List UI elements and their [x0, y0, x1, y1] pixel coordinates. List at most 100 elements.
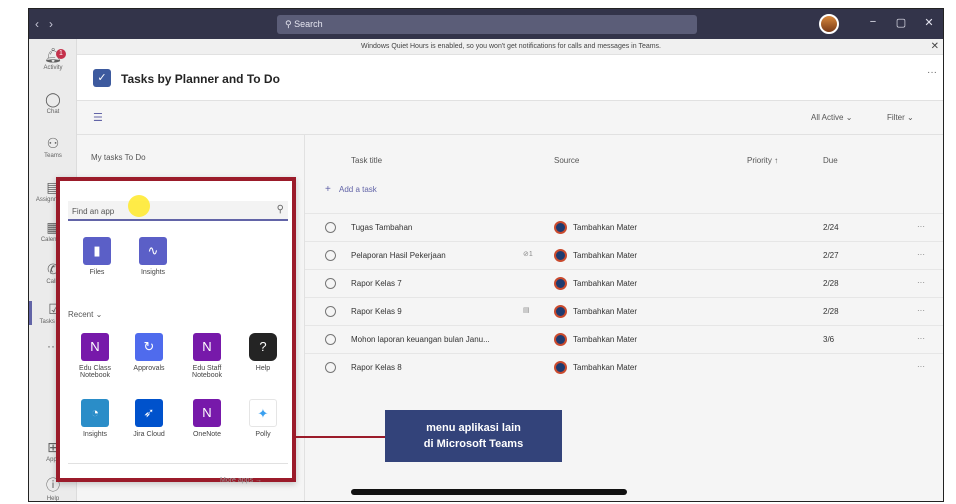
popup-divider — [68, 463, 288, 464]
app-tile-label: Jira Cloud — [133, 431, 165, 438]
insights-icon: ◔ — [81, 399, 109, 427]
task-title: Mohon laporan keuangan bulan Janu... — [351, 335, 490, 344]
pulse-icon: ∿ — [139, 237, 167, 265]
banner-close-icon[interactable]: ✕ — [931, 41, 939, 52]
task-title: Rapor Kelas 7 — [351, 279, 402, 288]
all-active-label: All Active — [811, 113, 844, 122]
all-active-dropdown[interactable]: All Active ⌄ — [811, 113, 852, 122]
breadcrumb: My tasks To Do — [91, 153, 146, 162]
task-source: Tambahkan Mater — [573, 335, 638, 344]
breadcrumb-my-tasks[interactable]: My tasks — [91, 153, 123, 162]
add-task-button[interactable]: + Add a task — [325, 184, 377, 195]
polly-icon: ✦ — [249, 399, 277, 427]
nav-arrows: ‹› — [35, 17, 63, 31]
source-avatar-icon — [554, 305, 567, 318]
app-tile-label: Insights — [140, 269, 166, 276]
app-tile-label: Edu Staff Notebook — [192, 365, 222, 379]
task-meta: ⊘1 — [523, 251, 533, 258]
app-tile-insights-recent[interactable]: ◔ Insights — [72, 399, 118, 438]
app-tile-label: Help — [255, 365, 271, 372]
toolbar: ☰ All Active ⌄ Filter ⌄ — [77, 101, 943, 135]
app-tile-help[interactable]: ? Help — [240, 333, 286, 372]
source-avatar-icon — [554, 249, 567, 262]
bell-icon: 🔔︎ — [44, 47, 62, 63]
annotation-callout: menu aplikasi lain di Microsoft Teams — [385, 410, 562, 462]
close-icon[interactable]: ✕ — [919, 16, 939, 29]
complete-radio[interactable] — [325, 362, 336, 373]
banner-text: Windows Quiet Hours is enabled, so you w… — [360, 43, 662, 50]
app-tile-label: Files — [89, 269, 105, 276]
app-tile-polly[interactable]: ✦ Polly — [240, 399, 286, 438]
callout-line-1: menu aplikasi lain — [426, 422, 521, 434]
table-row[interactable]: Tugas Tambahan Tambahkan Mater 2/24 ··· — [305, 213, 943, 241]
breadcrumb-to-do[interactable]: To Do — [125, 153, 146, 162]
minimize-icon[interactable]: − — [863, 16, 883, 28]
back-arrow-icon[interactable]: ‹ — [35, 17, 49, 31]
find-app-placeholder: Find an app — [72, 207, 115, 216]
row-more-icon[interactable]: ··· — [917, 278, 925, 287]
complete-radio[interactable] — [325, 250, 336, 261]
row-more-icon[interactable]: ··· — [917, 334, 925, 343]
row-more-icon[interactable]: ··· — [917, 306, 925, 315]
source-avatar-icon — [554, 333, 567, 346]
hamburger-menu-icon[interactable]: ☰ — [93, 111, 103, 124]
forward-arrow-icon[interactable]: › — [49, 17, 63, 31]
app-tile-insights[interactable]: ∿ Insights — [130, 237, 176, 276]
column-header-source[interactable]: Source — [554, 156, 579, 165]
column-header-due[interactable]: Due — [823, 156, 838, 165]
maximize-icon[interactable]: ▢ — [891, 16, 911, 29]
scroll-indicator[interactable] — [351, 489, 627, 495]
callout-line-2: di Microsoft Teams — [423, 438, 524, 450]
search-input[interactable]: ⚲ Search — [277, 15, 697, 34]
app-tile-jira-cloud[interactable]: ➶ Jira Cloud — [126, 399, 172, 438]
column-header-priority[interactable]: Priority ↑ — [747, 156, 778, 165]
app-tile-approvals[interactable]: ↻ Approvals — [126, 333, 172, 372]
onenote-class-icon: N — [81, 333, 109, 361]
row-more-icon[interactable]: ··· — [917, 250, 925, 259]
search-icon: ⚲ — [285, 19, 295, 29]
task-title: Rapor Kelas 8 — [351, 363, 402, 372]
more-options-icon[interactable]: ··· — [927, 67, 937, 78]
table-row[interactable]: Mohon laporan keuangan bulan Janu... Tam… — [305, 325, 943, 353]
complete-radio[interactable] — [325, 222, 336, 233]
avatar[interactable] — [819, 14, 839, 34]
app-tile-onenote[interactable]: N OneNote — [184, 399, 230, 438]
app-tile-files[interactable]: ▮ Files — [74, 237, 120, 276]
rail-item-activity[interactable]: 🔔︎ 1 Activity — [29, 47, 77, 71]
source-avatar-icon — [554, 277, 567, 290]
rail-label-activity: Activity — [43, 65, 63, 71]
row-more-icon[interactable]: ··· — [917, 362, 925, 371]
find-app-input[interactable]: Find an app ⚲ — [68, 195, 288, 221]
filter-label: Filter — [887, 113, 905, 122]
app-tile-label: OneNote — [192, 431, 222, 438]
recent-toggle[interactable]: Recent ⌄ — [68, 310, 102, 319]
row-more-icon[interactable]: ··· — [917, 222, 925, 231]
help-question-icon: ? — [249, 333, 277, 361]
app-tile-edu-staff-notebook[interactable]: N Edu Staff Notebook — [184, 333, 230, 379]
task-source: Tambahkan Mater — [573, 251, 638, 260]
complete-radio[interactable] — [325, 306, 336, 317]
app-tile-edu-class-notebook[interactable]: N Edu Class Notebook — [72, 333, 118, 379]
app-tile-label: Polly — [255, 431, 271, 438]
rail-item-chat[interactable]: ◯ Chat — [29, 91, 77, 115]
task-due: 2/27 — [823, 251, 839, 260]
task-title: Rapor Kelas 9 — [351, 307, 402, 316]
onenote-icon: N — [193, 399, 221, 427]
page-title: Tasks by Planner and To Do — [121, 72, 280, 86]
filter-dropdown[interactable]: Filter ⌄ — [887, 113, 914, 122]
more-apps-link[interactable]: More apps → — [220, 477, 262, 484]
column-header-title[interactable]: Task title — [351, 156, 382, 165]
complete-radio[interactable] — [325, 278, 336, 289]
rail-label-teams: Teams — [44, 153, 62, 159]
complete-radio[interactable] — [325, 334, 336, 345]
rail-item-teams[interactable]: ⚇ Teams — [29, 135, 77, 159]
table-row[interactable]: Rapor Kelas 8 Tambahkan Mater ··· — [305, 353, 943, 381]
task-source: Tambahkan Mater — [573, 307, 638, 316]
table-row[interactable]: Pelaporan Hasil Pekerjaan ⊘1 Tambahkan M… — [305, 241, 943, 269]
table-row[interactable]: Rapor Kelas 7 Tambahkan Mater 2/28 ··· — [305, 269, 943, 297]
task-due: 3/6 — [823, 335, 835, 344]
cursor-highlight — [128, 195, 150, 217]
approvals-icon: ↻ — [135, 333, 163, 361]
table-row[interactable]: Rapor Kelas 9 ▤ Tambahkan Mater 2/28 ··· — [305, 297, 943, 325]
rail-label-chat: Chat — [46, 109, 60, 115]
